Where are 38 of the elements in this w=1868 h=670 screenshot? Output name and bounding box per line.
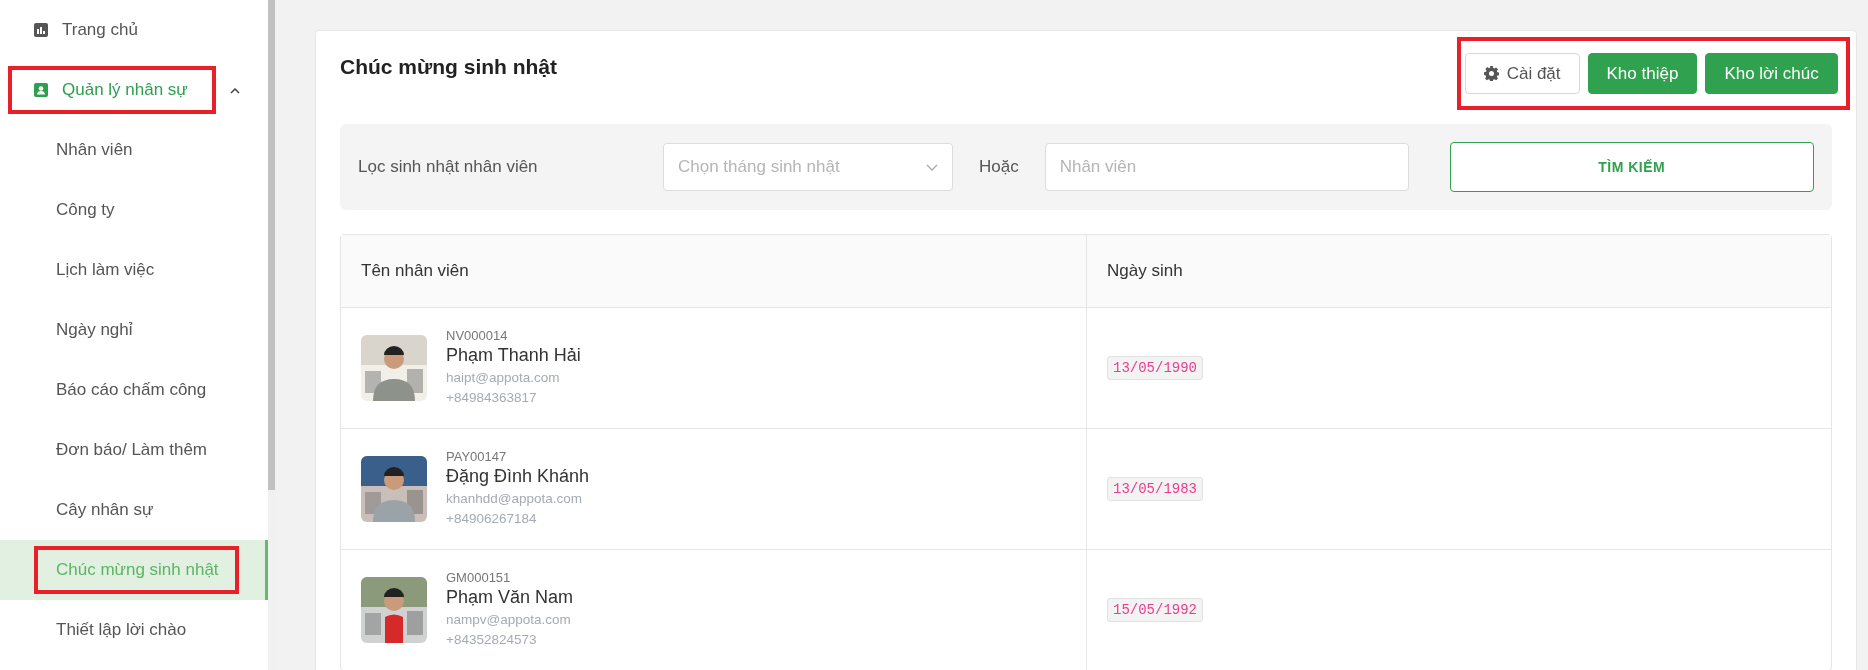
filter-label: Lọc sinh nhật nhân viên <box>358 157 539 177</box>
employee-code: NV000014 <box>446 328 509 343</box>
employee-email: khanhdd@appota.com <box>446 490 584 508</box>
employee-phone: +84984363817 <box>446 389 538 407</box>
employee-name: Phạm Văn Nam <box>446 587 574 608</box>
employee-code: PAY00147 <box>446 449 508 464</box>
sidebar-item[interactable]: Trang chủ <box>62 20 138 40</box>
contact-card-icon <box>34 83 48 97</box>
settings-button[interactable]: Cài đặt <box>1464 53 1580 94</box>
or-label: Hoặc <box>979 157 1019 177</box>
column-header: Ngày sinh <box>1107 261 1183 281</box>
employee-phone: +84352824573 <box>446 631 538 649</box>
sidebar-item[interactable]: Thiết lập lời chào <box>56 620 187 640</box>
sidebar-item[interactable]: Công ty <box>56 200 115 220</box>
employee-field[interactable]: Nhân viên <box>1044 143 1409 191</box>
birthday-tag: 15/05/1992 <box>1107 598 1203 622</box>
birthday-tag: 13/05/1983 <box>1107 477 1203 501</box>
sidebar-item[interactable]: Quản lý nhân sự <box>62 80 188 100</box>
sidebar-item[interactable]: Cây nhân sự <box>56 500 154 520</box>
sidebar-item[interactable]: Ngày nghỉ <box>56 320 133 340</box>
sidebar-item[interactable]: Báo cáo chấm công <box>56 380 207 400</box>
caret-up-icon[interactable] <box>230 88 240 94</box>
employee-email: haipt@appota.com <box>446 369 561 387</box>
settings-icon <box>1483 66 1499 81</box>
employee-code: GM000151 <box>446 570 512 585</box>
sidebar-item[interactable]: Đơn báo/ Làm thêm <box>56 440 207 460</box>
column-header: Tên nhân viên <box>361 261 469 281</box>
chevron-down-icon <box>926 163 938 171</box>
employee-email: nampv@appota.com <box>446 611 572 629</box>
employee-name: Đặng Đình Khánh <box>446 466 590 487</box>
scrollbar[interactable] <box>268 0 275 490</box>
birthday-tag: 13/05/1990 <box>1107 356 1203 380</box>
chart-icon <box>34 23 48 37</box>
employee-phone: +84906267184 <box>446 510 538 528</box>
sidebar-item[interactable]: Lịch làm việc <box>56 260 155 280</box>
page-title: Chúc mừng sinh nhật <box>340 55 558 79</box>
sidebar-item[interactable]: Nhân viên <box>56 140 133 160</box>
employee-name: Phạm Thanh Hải <box>446 345 581 366</box>
